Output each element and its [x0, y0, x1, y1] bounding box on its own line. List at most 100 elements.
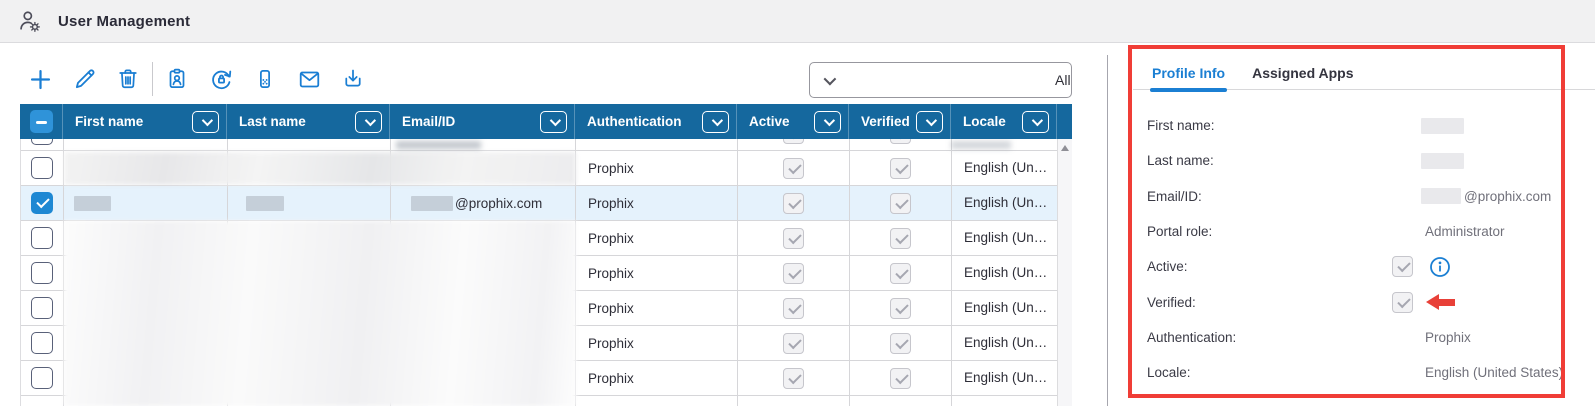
- redacted-text-block: [411, 196, 453, 211]
- tab-label: Assigned Apps: [1252, 65, 1353, 81]
- plus-icon: [27, 66, 54, 93]
- column-header-verified[interactable]: Verified: [849, 104, 951, 139]
- select-all-cell: [20, 104, 63, 139]
- pencil-icon: [71, 66, 98, 93]
- column-label: Last name: [239, 114, 306, 129]
- page-title: User Management: [58, 13, 190, 30]
- column-label: Locale: [963, 114, 1006, 129]
- verified-checkbox: [1392, 292, 1413, 313]
- header-filler: [1057, 104, 1076, 139]
- column-label: First name: [75, 114, 143, 129]
- row-checkbox[interactable]: [31, 192, 53, 214]
- row-checkbox-cell: [21, 186, 64, 220]
- column-filter-chevron[interactable]: [916, 111, 943, 133]
- user-management-screen: User Management: [0, 0, 1595, 406]
- column-filter-chevron[interactable]: [1022, 111, 1049, 133]
- export-button[interactable]: [331, 59, 375, 99]
- table-scrollbar[interactable]: [1057, 139, 1072, 406]
- authentication-cell: Prophix: [576, 326, 738, 360]
- row-checkbox[interactable]: [31, 297, 53, 319]
- active-checkbox: [783, 298, 804, 319]
- locale-cell: English (United States): [952, 291, 1057, 325]
- chevron-down-icon: [824, 72, 837, 85]
- chevron-down-icon: [201, 114, 212, 125]
- tab-label: Profile Info: [1152, 65, 1225, 81]
- field-label: Active:: [1147, 259, 1188, 274]
- active-tab-underline: [1150, 88, 1227, 92]
- verified-checkbox: [890, 263, 911, 284]
- row-checkbox-cell: [21, 326, 64, 360]
- reset-password-button[interactable]: [199, 59, 243, 99]
- field-label: Last name:: [1147, 153, 1214, 168]
- verified-checkbox: [890, 158, 911, 179]
- row-checkbox-cell: [21, 151, 64, 185]
- row-checkbox[interactable]: [31, 367, 53, 389]
- delete-user-button[interactable]: [106, 59, 150, 99]
- chevron-down-icon: [711, 114, 722, 125]
- row-checkbox-cell: [21, 139, 64, 151]
- column-header-active[interactable]: Active: [737, 104, 849, 139]
- filter-dropdown[interactable]: All: [809, 62, 1072, 98]
- active-checkbox: [783, 368, 804, 389]
- column-header-last-name[interactable]: Last name: [227, 104, 390, 139]
- chevron-down-icon: [925, 114, 936, 125]
- column-filter-chevron[interactable]: [355, 111, 382, 133]
- column-filter-chevron[interactable]: [814, 111, 841, 133]
- locale-cell: English (United States): [952, 151, 1057, 185]
- row-checkbox[interactable]: [31, 332, 53, 354]
- add-user-button[interactable]: [18, 59, 62, 99]
- active-checkbox: [783, 333, 804, 354]
- active-checkbox: [783, 228, 804, 249]
- assign-user-button[interactable]: [155, 59, 199, 99]
- redaction-blur: [396, 141, 481, 149]
- tab-assigned-apps[interactable]: Assigned Apps: [1252, 57, 1353, 90]
- row-checkbox[interactable]: [31, 227, 53, 249]
- send-email-button[interactable]: [287, 59, 331, 99]
- details-panel: Profile Info Assigned Apps First name: L…: [1108, 45, 1595, 406]
- red-arrow-annotation: [1426, 294, 1455, 310]
- column-header-authentication[interactable]: Authentication: [575, 104, 737, 139]
- envelope-icon: [296, 66, 323, 93]
- field-email: Email/ID: @prophix.com: [1147, 179, 1587, 214]
- field-active: Active:: [1147, 249, 1587, 284]
- column-label: Active: [749, 114, 790, 129]
- column-label: Verified: [861, 114, 910, 129]
- select-all-checkbox[interactable]: [30, 110, 53, 133]
- field-label: Locale:: [1147, 365, 1191, 380]
- first-name-cell: [64, 186, 228, 220]
- email-suffix: @prophix.com: [1464, 189, 1551, 204]
- active-checkbox: [783, 139, 804, 144]
- redacted-value-block: [1421, 153, 1464, 169]
- edit-user-button[interactable]: [62, 59, 106, 99]
- verified-checkbox: [890, 228, 911, 249]
- email-suffix: @prophix.com: [455, 196, 542, 211]
- info-icon[interactable]: [1429, 256, 1451, 278]
- chevron-down-icon: [549, 114, 560, 125]
- column-filter-chevron[interactable]: [540, 111, 567, 133]
- row-checkbox[interactable]: [31, 262, 53, 284]
- column-label: Authentication: [587, 114, 682, 129]
- column-filter-chevron[interactable]: [702, 111, 729, 133]
- column-header-first-name[interactable]: First name: [63, 104, 227, 139]
- chevron-down-icon: [823, 114, 834, 125]
- field-portal-role: Portal role: Administrator: [1147, 214, 1587, 249]
- tab-profile-info[interactable]: Profile Info: [1152, 57, 1225, 90]
- column-filter-chevron[interactable]: [192, 111, 219, 133]
- field-last-name: Last name:: [1147, 143, 1587, 178]
- scroll-up-arrow-icon[interactable]: [1061, 145, 1069, 151]
- row-checkbox[interactable]: [31, 139, 53, 145]
- column-header-email[interactable]: Email/ID: [390, 104, 575, 139]
- column-label: Email/ID: [402, 114, 455, 129]
- card-options-button[interactable]: [243, 59, 287, 99]
- row-checkbox[interactable]: [31, 157, 53, 179]
- authentication-cell: Prophix: [576, 256, 738, 290]
- profile-fields: First name: Last name: Email/ID: @prophi…: [1147, 108, 1587, 390]
- redaction-blur: [64, 221, 576, 406]
- authentication-cell: Prophix: [576, 291, 738, 325]
- table-row-selected[interactable]: @prophix.com Prophix English (United Sta…: [21, 186, 1057, 221]
- column-header-locale[interactable]: Locale: [951, 104, 1057, 139]
- verified-checkbox: [890, 193, 911, 214]
- verified-checkbox: [890, 368, 911, 389]
- clipboard-user-icon: [164, 66, 190, 92]
- redaction-blur: [64, 152, 576, 185]
